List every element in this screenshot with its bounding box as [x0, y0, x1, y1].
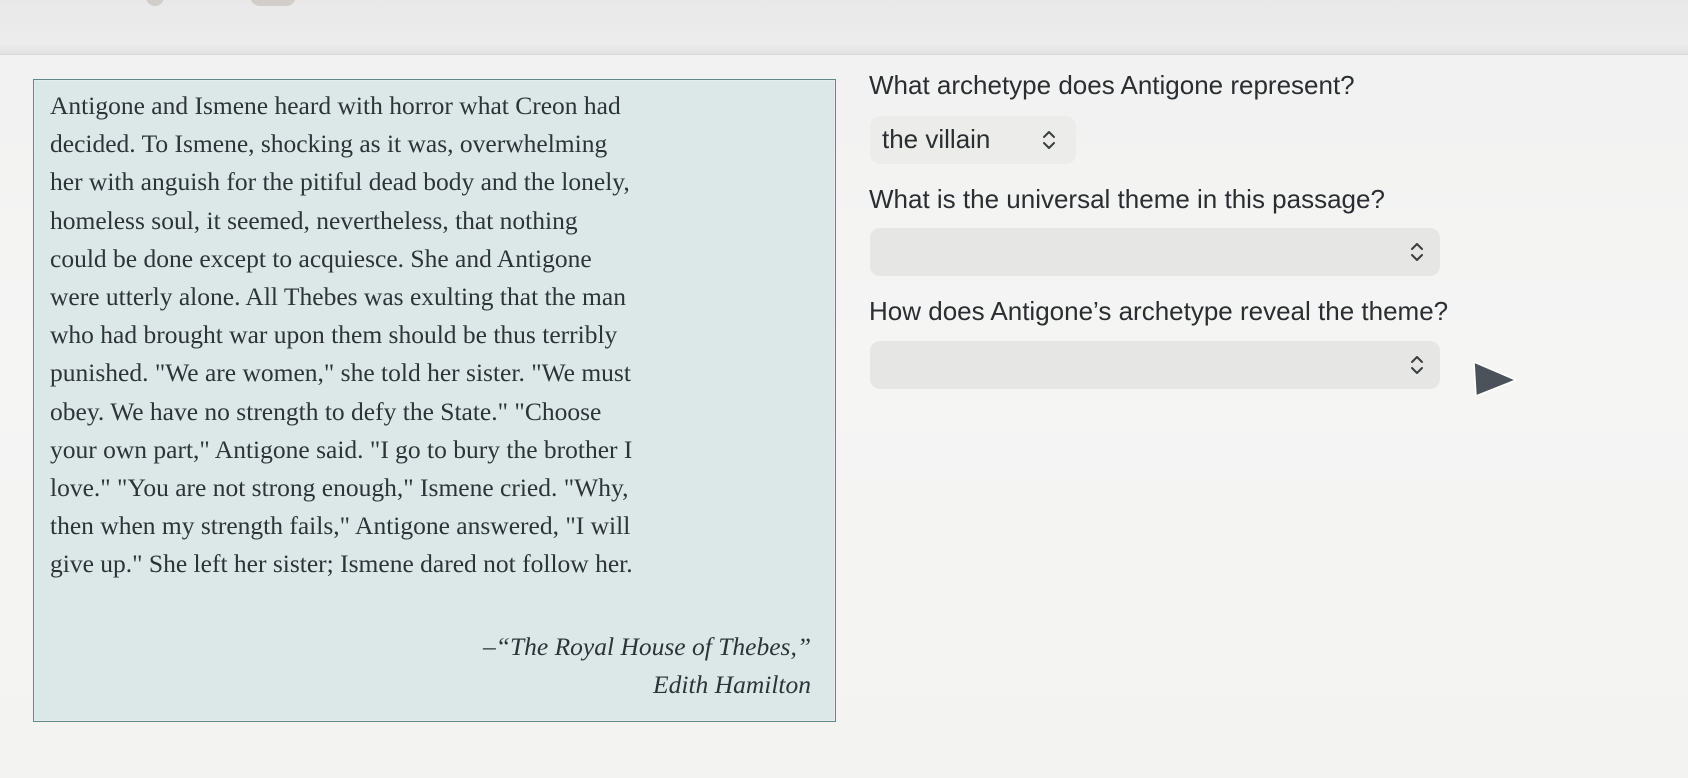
passage-text: Antigone and Ismene heard with horror wh… [50, 87, 820, 584]
passage-line: your own part," Antigone said. "I go to … [50, 434, 633, 464]
passage-line: love." "You are not strong enough," Isme… [50, 473, 629, 503]
passage-line: homeless soul, it seemed, nevertheless, … [50, 205, 578, 235]
top-strip-mark [250, 0, 296, 6]
passage-line: give up." She left her sister; Ismene da… [50, 549, 633, 579]
passage-line: Antigone and Ismene heard with horror wh… [50, 91, 621, 120]
passage-attribution: –“The Royal House of Thebes,” Edith Hami… [483, 628, 811, 704]
mouse-pointer-icon [1473, 361, 1517, 397]
passage-line: were utterly alone. All Thebes was exult… [50, 282, 626, 312]
question-archetype-theme: How does Antigone’s archetype reveal the… [869, 296, 1449, 326]
passage-line: who had brought war upon them should be … [50, 320, 618, 350]
up-down-chevron-icon [1411, 356, 1423, 374]
passage-box: Antigone and Ismene heard with horror wh… [33, 79, 836, 722]
passage-line: obey. We have no strength to defy the St… [50, 396, 602, 426]
question-theme: What is the universal theme in this pass… [869, 184, 1385, 214]
passage-line: her with anguish for the pitiful dead bo… [50, 167, 630, 197]
attribution-title: –“The Royal House of Thebes,” [483, 632, 811, 661]
top-strip-mark [146, 0, 164, 6]
up-down-chevron-icon [1043, 131, 1055, 149]
archetype-theme-select[interactable] [870, 341, 1440, 389]
passage-line: could be done except to acquiesce. She a… [50, 243, 592, 273]
archetype-select[interactable]: the villain [870, 116, 1076, 164]
passage-line: punished. "We are women," she told her s… [50, 358, 631, 388]
top-strip [0, 0, 1688, 55]
theme-select[interactable] [870, 228, 1440, 276]
up-down-chevron-icon [1411, 243, 1423, 261]
attribution-author: Edith Hamilton [653, 670, 811, 699]
question-archetype: What archetype does Antigone represent? [869, 70, 1355, 100]
passage-line: then when my strength fails," Antigone a… [50, 511, 631, 541]
archetype-select-value: the villain [882, 124, 991, 154]
passage-line: decided. To Ismene, shocking as it was, … [50, 129, 608, 159]
